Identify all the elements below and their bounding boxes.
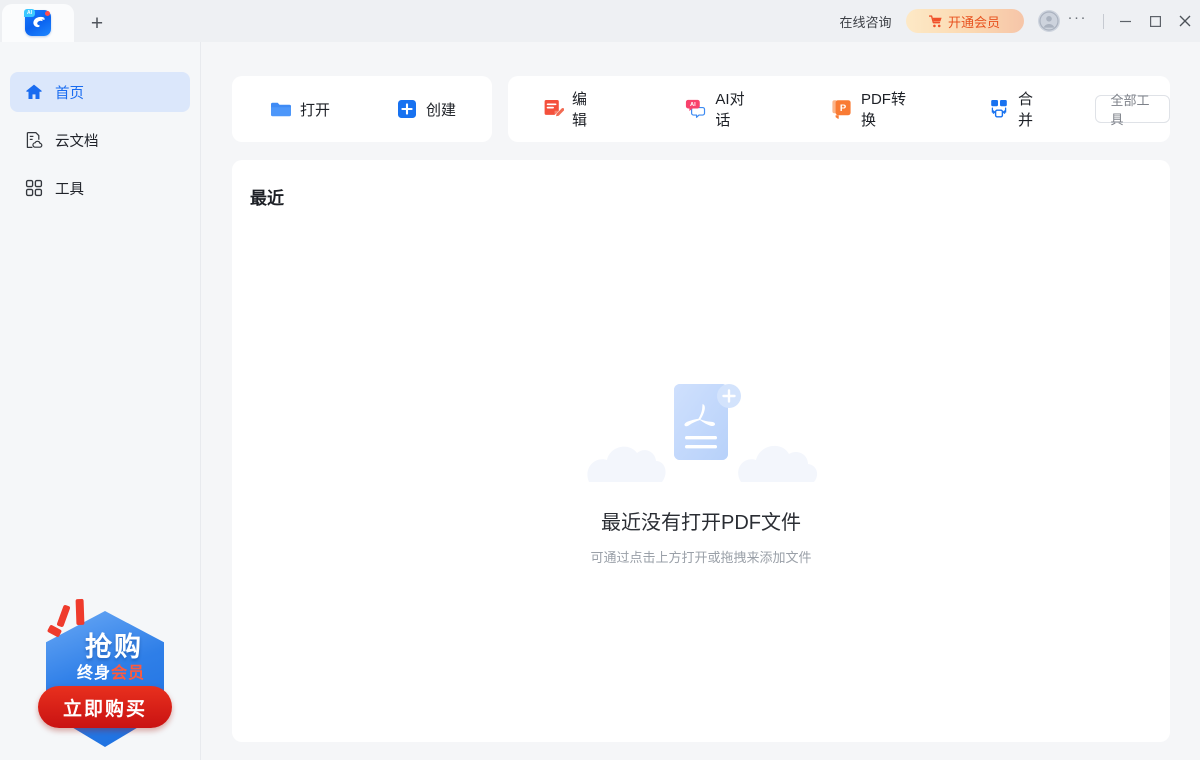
create-file-action[interactable]: 创建 xyxy=(392,98,460,120)
ai-chat-action[interactable]: AI AI对话 xyxy=(681,88,753,130)
cloud-doc-icon xyxy=(24,131,43,150)
quick-actions-card-primary: 打开 创建 xyxy=(232,76,492,142)
app-logo-icon: AI xyxy=(25,10,51,36)
merge-icon xyxy=(988,98,1010,120)
minimize-button[interactable] xyxy=(1110,0,1140,42)
titlebar-right-controls: 在线咨询 开通会员 ··· xyxy=(825,0,1200,42)
titlebar-divider xyxy=(1103,14,1104,29)
sidebar: 首页 云文档 xyxy=(0,42,201,760)
open-file-label: 打开 xyxy=(300,99,330,120)
promo-subheadline-white: 终身 xyxy=(77,665,111,682)
ai-chat-icon: AI xyxy=(685,98,707,120)
avatar[interactable] xyxy=(1038,10,1060,32)
folder-open-icon xyxy=(270,98,292,120)
sidebar-item-tools-label: 工具 xyxy=(55,178,84,199)
tab-strip: AI + xyxy=(0,0,120,42)
edit-label: 编辑 xyxy=(572,88,593,130)
open-file-action[interactable]: 打开 xyxy=(266,98,334,120)
promo-subheadline: 终身会员 xyxy=(34,659,176,683)
minimize-icon xyxy=(1119,15,1132,28)
promo-buy-lifetime-vip[interactable]: 抢购 终身会员 立即购买 xyxy=(34,597,176,752)
merge-action[interactable]: 合并 xyxy=(984,88,1043,130)
cart-icon xyxy=(929,15,943,28)
close-button[interactable] xyxy=(1170,0,1200,42)
sidebar-nav: 首页 云文档 xyxy=(0,42,200,208)
edit-action[interactable]: 编辑 xyxy=(538,88,597,130)
user-avatar-icon xyxy=(1039,11,1059,31)
empty-state-subtitle: 可通过点击上方打开或拖拽来添加文件 xyxy=(590,547,811,566)
title-bar: AI + 在线咨询 开通会员 ··· xyxy=(0,0,1200,42)
tools-grid-icon xyxy=(24,179,43,198)
promo-subheadline-red: 会员 xyxy=(111,665,145,682)
sidebar-item-cloud-doc-label: 云文档 xyxy=(55,130,99,151)
all-tools-button[interactable]: 全部工具 xyxy=(1095,95,1170,123)
maximize-button[interactable] xyxy=(1140,0,1170,42)
pdf-convert-icon: P xyxy=(831,98,853,120)
app-notification-dot xyxy=(45,11,50,16)
new-tab-button[interactable]: + xyxy=(74,4,120,42)
empty-state-title: 最近没有打开PDF文件 xyxy=(601,506,801,535)
sidebar-item-home-label: 首页 xyxy=(55,82,84,103)
more-menu-button[interactable]: ··· xyxy=(1060,13,1098,29)
close-icon xyxy=(1178,14,1192,28)
recent-files-card: 最近 xyxy=(232,160,1170,742)
svg-text:P: P xyxy=(840,103,847,114)
promo-buy-now-button[interactable]: 立即购买 xyxy=(38,686,172,728)
upgrade-vip-button[interactable]: 开通会员 xyxy=(906,9,1024,33)
online-consult-link[interactable]: 在线咨询 xyxy=(825,12,905,31)
promo-buy-now-label: 立即购买 xyxy=(63,694,147,721)
recent-section-title: 最近 xyxy=(250,184,284,209)
pdf-convert-label: PDF转换 xyxy=(861,88,908,130)
tab-home[interactable]: AI xyxy=(2,4,74,42)
sidebar-item-home[interactable]: 首页 xyxy=(10,72,190,112)
upgrade-vip-label: 开通会员 xyxy=(948,12,1000,31)
home-icon xyxy=(24,83,43,102)
app-ai-badge: AI xyxy=(24,9,35,17)
create-file-label: 创建 xyxy=(426,99,456,120)
ai-chat-label: AI对话 xyxy=(715,88,749,130)
merge-label: 合并 xyxy=(1018,88,1039,130)
empty-state-illustration xyxy=(571,372,831,490)
promo-spark-icon xyxy=(76,599,85,625)
pdf-placeholder-icon xyxy=(571,372,831,490)
sidebar-item-tools[interactable]: 工具 xyxy=(10,168,190,208)
maximize-icon xyxy=(1149,15,1162,28)
recent-empty-state: 最近没有打开PDF文件 可通过点击上方打开或拖拽来添加文件 xyxy=(232,372,1170,566)
plus-square-icon xyxy=(396,98,418,120)
quick-actions-card-tools: 编辑 AI AI对话 P PDF转换 xyxy=(508,76,1170,142)
sidebar-item-cloud-doc[interactable]: 云文档 xyxy=(10,120,190,160)
main-content: 打开 创建 xyxy=(202,42,1200,760)
svg-text:AI: AI xyxy=(690,102,696,108)
edit-doc-icon xyxy=(542,98,564,120)
pdf-convert-action[interactable]: P PDF转换 xyxy=(827,88,912,130)
